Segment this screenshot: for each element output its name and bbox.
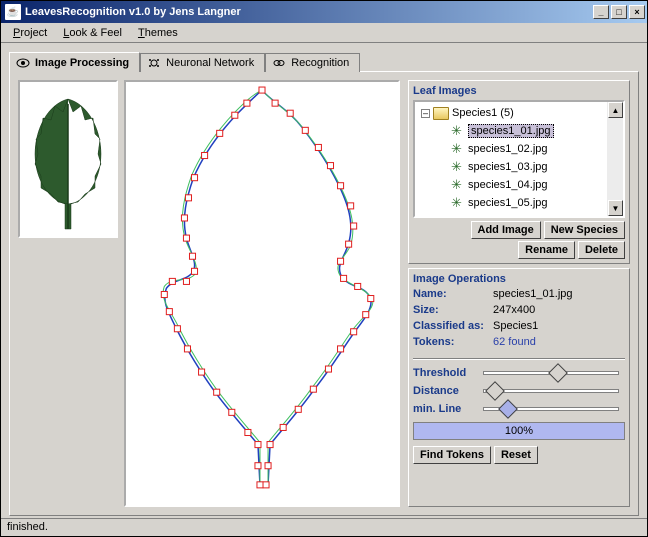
maximize-button[interactable]: □ bbox=[611, 5, 627, 19]
slider-thumb[interactable] bbox=[548, 363, 568, 383]
size-value: 247x400 bbox=[493, 304, 625, 316]
file-name: species1_01.jpg bbox=[468, 124, 554, 138]
content-area: Leaf Images – Species1 (5) ✳ species1_01… bbox=[9, 71, 639, 516]
menu-themes[interactable]: Themes bbox=[130, 25, 186, 41]
tab-image-processing[interactable]: Image Processing bbox=[9, 52, 140, 72]
progress-bar: 100% bbox=[413, 422, 625, 440]
close-button[interactable]: × bbox=[629, 5, 645, 19]
panel-title: Image Operations bbox=[413, 273, 625, 285]
tabstrip: Image Processing Neuronal Network Recogn… bbox=[1, 43, 647, 71]
minline-slider[interactable] bbox=[483, 407, 619, 411]
leaf-icon: ✳ bbox=[451, 178, 465, 192]
name-value: species1_01.jpg bbox=[493, 288, 625, 300]
eye-icon bbox=[16, 57, 30, 69]
leaf-icon: ✳ bbox=[451, 124, 465, 138]
right-pane: Leaf Images – Species1 (5) ✳ species1_01… bbox=[408, 80, 630, 507]
tab-neuronal-network[interactable]: Neuronal Network bbox=[140, 53, 265, 72]
distance-label: Distance bbox=[413, 385, 477, 397]
tab-label: Recognition bbox=[291, 57, 349, 69]
tree-toggle-icon[interactable]: – bbox=[421, 109, 430, 118]
file-name: species1_03.jpg bbox=[468, 161, 548, 173]
scroll-down-button[interactable]: ▼ bbox=[608, 200, 623, 216]
java-cup-icon: ☕ bbox=[5, 4, 21, 20]
delete-button[interactable]: Delete bbox=[578, 241, 625, 259]
find-tokens-button[interactable]: Find Tokens bbox=[413, 446, 491, 464]
new-species-button[interactable]: New Species bbox=[544, 221, 625, 239]
tab-label: Neuronal Network bbox=[166, 57, 254, 69]
menu-look-feel[interactable]: Look & Feel bbox=[55, 25, 130, 41]
tree-folder-row[interactable]: – Species1 (5) bbox=[417, 104, 605, 122]
file-name: species1_04.jpg bbox=[468, 179, 548, 191]
tokens-label: Tokens: bbox=[413, 336, 493, 348]
leaf-icon: ✳ bbox=[451, 196, 465, 210]
tree-scrollbar[interactable]: ▲ ▼ bbox=[607, 102, 623, 216]
tree-file-row[interactable]: ✳ species1_02.jpg bbox=[417, 140, 605, 158]
tree-file-row[interactable]: ✳ species1_01.jpg bbox=[417, 122, 605, 140]
threshold-slider[interactable] bbox=[483, 371, 619, 375]
species-tree[interactable]: – Species1 (5) ✳ species1_01.jpg ✳ speci… bbox=[413, 100, 625, 218]
link-icon bbox=[272, 57, 286, 69]
size-label: Size: bbox=[413, 304, 493, 316]
titlebar: ☕ LeavesRecognition v1.0 by Jens Langner… bbox=[1, 1, 647, 23]
folder-label: Species1 (5) bbox=[452, 107, 514, 119]
classified-label: Classified as: bbox=[413, 320, 493, 332]
left-pane bbox=[18, 80, 400, 507]
name-label: Name: bbox=[413, 288, 493, 300]
outline-canvas[interactable] bbox=[124, 80, 400, 507]
leaf-images-panel: Leaf Images – Species1 (5) ✳ species1_01… bbox=[408, 80, 630, 264]
rename-button[interactable]: Rename bbox=[518, 241, 575, 259]
leaf-icon: ✳ bbox=[451, 142, 465, 156]
image-operations-panel: Image Operations Name: species1_01.jpg S… bbox=[408, 268, 630, 507]
classified-value: Species1 bbox=[493, 320, 625, 332]
tokens-value: 62 found bbox=[493, 336, 625, 348]
threshold-label: Threshold bbox=[413, 367, 477, 379]
scroll-track[interactable] bbox=[608, 118, 623, 200]
reset-button[interactable]: Reset bbox=[494, 446, 538, 464]
leaf-icon: ✳ bbox=[451, 160, 465, 174]
progress-text: 100% bbox=[505, 425, 533, 437]
tab-recognition[interactable]: Recognition bbox=[265, 53, 360, 72]
distance-slider[interactable] bbox=[483, 389, 619, 393]
minline-label: min. Line bbox=[413, 403, 477, 415]
separator bbox=[413, 358, 625, 360]
tree-file-row[interactable]: ✳ species1_04.jpg bbox=[417, 176, 605, 194]
network-icon bbox=[147, 57, 161, 69]
statusbar: finished. bbox=[1, 518, 647, 536]
minimize-button[interactable]: _ bbox=[593, 5, 609, 19]
slider-thumb[interactable] bbox=[485, 381, 505, 401]
menubar: Project Look & Feel Themes bbox=[1, 23, 647, 43]
tab-label: Image Processing bbox=[35, 57, 129, 69]
app-window: ☕ LeavesRecognition v1.0 by Jens Langner… bbox=[0, 0, 648, 537]
slider-thumb[interactable] bbox=[498, 399, 518, 419]
file-name: species1_02.jpg bbox=[468, 143, 548, 155]
folder-icon bbox=[433, 107, 449, 120]
panel-title: Leaf Images bbox=[413, 85, 625, 97]
add-image-button[interactable]: Add Image bbox=[471, 221, 541, 239]
tree-file-row[interactable]: ✳ species1_03.jpg bbox=[417, 158, 605, 176]
file-name: species1_05.jpg bbox=[468, 197, 548, 209]
status-text: finished. bbox=[7, 521, 48, 533]
window-title: LeavesRecognition v1.0 by Jens Langner bbox=[25, 6, 591, 18]
scroll-up-button[interactable]: ▲ bbox=[608, 102, 623, 118]
leaf-thumbnail bbox=[18, 80, 118, 238]
tree-file-row[interactable]: ✳ species1_05.jpg bbox=[417, 194, 605, 212]
menu-project[interactable]: Project bbox=[5, 25, 55, 41]
